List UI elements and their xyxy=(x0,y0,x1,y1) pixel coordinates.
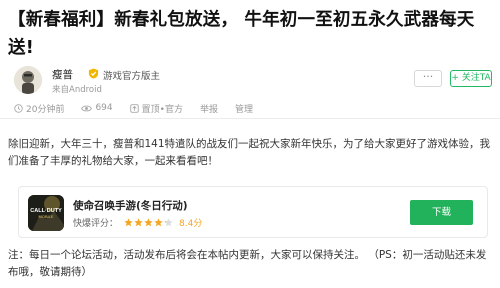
game-logo-subtext: MOBILE xyxy=(38,214,53,219)
pin-status: 置顶•官方 xyxy=(129,102,183,115)
rating-label: 快爆评分： xyxy=(73,219,119,229)
avatar-image xyxy=(14,66,42,94)
post-body: 除旧迎新，大年三十，瘦普和141特遣队的战友们一起祝大家新年快乐，为了给大家更好… xyxy=(8,138,491,167)
report-link[interactable]: 举报 xyxy=(200,102,218,115)
manage-link[interactable]: 管理 xyxy=(235,102,253,115)
author-row: 瘦普 游戏官方版主 来自Android ··· + 关注TA xyxy=(14,64,492,98)
follow-button[interactable]: + 关注TA xyxy=(450,70,492,87)
game-name[interactable]: 使命召唤手游(冬日行动) xyxy=(73,198,188,213)
post-title: 【新春福利】新春礼包放送， 牛年初一至初五永久武器每天送! xyxy=(8,10,475,58)
post-time: 20分钟前 xyxy=(14,102,64,115)
pin-icon xyxy=(129,103,139,113)
author-name[interactable]: 瘦普 xyxy=(52,67,73,82)
game-card[interactable]: CALL·DUTY MOBILE 使命召唤手游(冬日行动) 快爆评分： 8.4分… xyxy=(18,186,488,238)
post-note: 注：每日一个论坛活动，活动发布后将会在本帖内更新，大家可以保持关注。 （PS：初… xyxy=(8,249,487,278)
game-logo-icon: CALL·DUTY MOBILE xyxy=(28,195,64,231)
post-meta: 20分钟前 694 置顶•官方 举报 管理 xyxy=(14,101,270,115)
download-button[interactable]: 下载 xyxy=(410,200,473,225)
post-source: 来自Android xyxy=(52,85,102,95)
view-count-text: 694 xyxy=(95,103,113,113)
star-icon xyxy=(154,218,163,227)
eye-icon xyxy=(81,105,93,111)
clock-icon xyxy=(14,103,23,113)
star-icon xyxy=(124,218,133,227)
divider xyxy=(0,118,500,119)
star-icon xyxy=(134,218,143,227)
star-icon xyxy=(144,218,153,227)
avatar[interactable] xyxy=(14,66,42,94)
view-count: 694 xyxy=(81,103,113,113)
rating-row: 快爆评分： 8.4分 xyxy=(73,216,202,229)
moderator-badge-icon xyxy=(88,68,99,79)
star-icon xyxy=(164,218,173,227)
rating-stars xyxy=(124,218,174,227)
game-icon: CALL·DUTY MOBILE xyxy=(28,195,64,231)
post-time-text: 20分钟前 xyxy=(26,104,65,115)
more-options-button[interactable]: ··· xyxy=(414,70,442,87)
rating-value: 8.4分 xyxy=(179,219,203,229)
pin-status-text: 置顶•官方 xyxy=(141,104,183,115)
author-role: 游戏官方版主 xyxy=(103,71,161,82)
